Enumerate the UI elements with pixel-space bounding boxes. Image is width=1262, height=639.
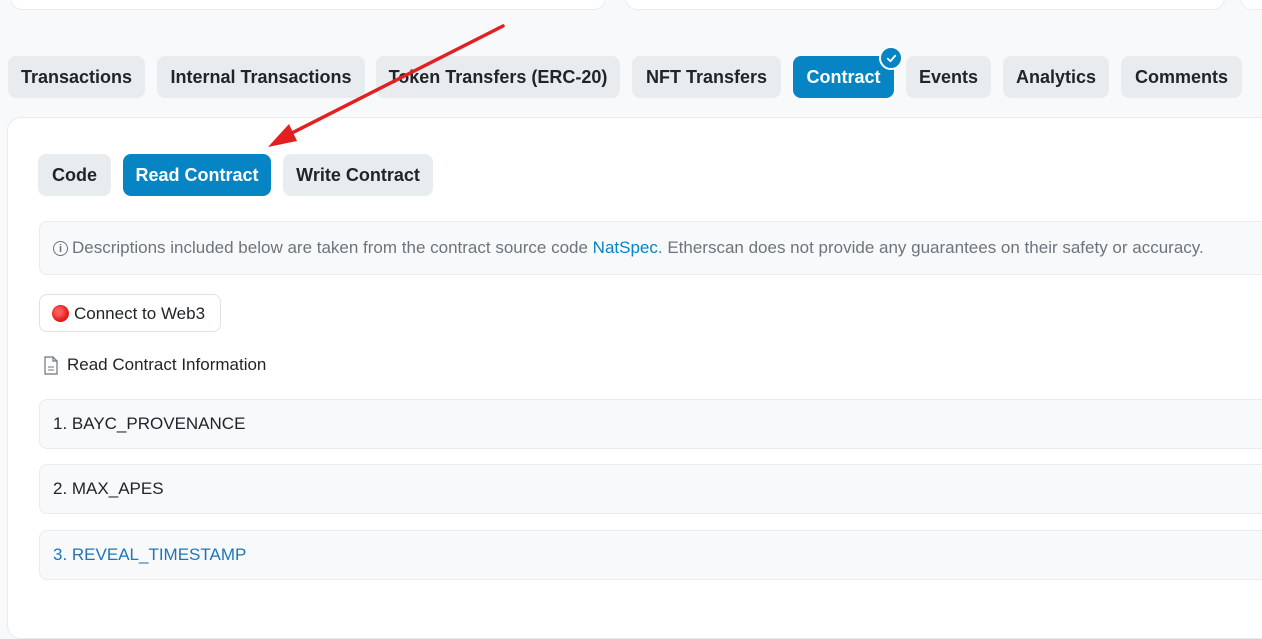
tab-token-transfers[interactable]: Token Transfers (ERC-20)	[376, 56, 620, 98]
tab-label: Comments	[1134, 67, 1228, 87]
tab-comments[interactable]: Comments	[1121, 56, 1242, 98]
top-card-right	[625, 0, 1225, 10]
verified-check-icon	[879, 46, 903, 70]
tab-label: Contract	[806, 67, 881, 87]
function-label: 1. BAYC_PROVENANCE	[53, 414, 246, 433]
natspec-link[interactable]: NatSpec	[593, 238, 658, 257]
tab-analytics[interactable]: Analytics	[1003, 56, 1109, 98]
tab-label: Analytics	[1015, 67, 1097, 87]
tab-label: Transactions	[20, 67, 133, 87]
subtab-write-contract[interactable]: Write Contract	[283, 154, 433, 196]
function-row[interactable]: 3. REVEAL_TIMESTAMP	[39, 530, 1262, 580]
subtab-code[interactable]: Code	[38, 154, 111, 196]
function-row[interactable]: 1. BAYC_PROVENANCE	[39, 399, 1262, 449]
function-row[interactable]: 2. MAX_APES	[39, 464, 1262, 514]
section-title-text: Read Contract Information	[67, 355, 267, 374]
function-label: 2. MAX_APES	[53, 479, 164, 498]
connect-web3-button[interactable]: Connect to Web3	[39, 294, 221, 332]
tab-label: NFT Transfers	[645, 67, 768, 87]
notice-prefix: Descriptions included below are taken fr…	[72, 238, 588, 257]
connect-label: Connect to Web3	[74, 304, 206, 323]
info-icon: i	[53, 241, 68, 256]
tab-contract[interactable]: Contract	[793, 46, 903, 98]
subtab-label: Write Contract	[296, 165, 420, 185]
subtab-label: Read Contract	[135, 165, 259, 185]
read-contract-heading: Read Contract Information	[43, 355, 266, 375]
document-icon	[43, 355, 59, 375]
tab-nft-transfers[interactable]: NFT Transfers	[632, 56, 781, 98]
tab-transactions[interactable]: Transactions	[8, 56, 145, 98]
subtab-read-contract[interactable]: Read Contract	[123, 154, 271, 196]
tab-label: Internal Transactions	[170, 67, 352, 87]
tab-internal-transactions[interactable]: Internal Transactions	[157, 56, 365, 98]
tab-events[interactable]: Events	[906, 56, 991, 98]
tab-label: Events	[918, 67, 979, 87]
top-card-left	[10, 0, 606, 10]
natspec-notice: i Descriptions included below are taken f…	[39, 221, 1262, 275]
tab-label: Token Transfers (ERC-20)	[388, 67, 608, 87]
subtab-label: Code	[52, 165, 97, 185]
notice-suffix: . Etherscan does not provide any guarant…	[657, 238, 1204, 257]
top-card-edge	[1240, 0, 1262, 10]
disconnected-status-icon	[52, 305, 69, 322]
function-label: 3. REVEAL_TIMESTAMP	[53, 545, 247, 564]
